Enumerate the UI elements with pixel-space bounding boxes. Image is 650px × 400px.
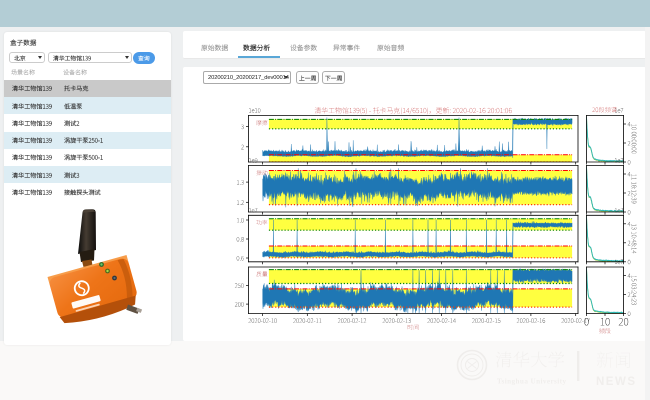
- svg-text:NEWS: NEWS: [596, 376, 637, 388]
- svg-text:Tsinghua University: Tsinghua University: [497, 378, 566, 386]
